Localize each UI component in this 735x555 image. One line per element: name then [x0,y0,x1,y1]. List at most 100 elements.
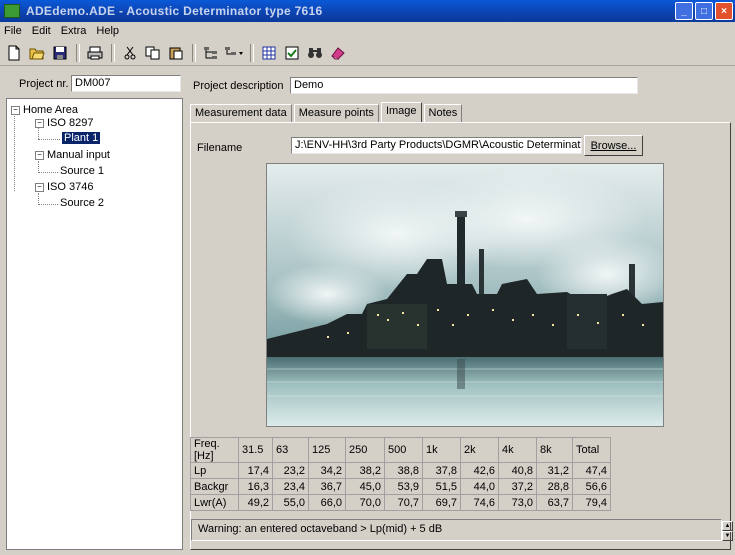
save-icon[interactable] [50,43,70,63]
column-header: 2k [460,437,499,463]
table-cell[interactable]: 51,5 [422,478,461,495]
tab-strip: Measurement data Measure points Image No… [190,102,464,122]
tree-item-plant-1[interactable]: Plant 1 [62,132,101,144]
close-button[interactable]: × [715,2,733,20]
table-cell[interactable]: 45,0 [345,478,385,495]
table-cell[interactable]: 63,7 [536,494,573,511]
tree-item-label: ISO 3746 [47,181,94,193]
table-cell[interactable]: 37,8 [422,462,461,479]
open-folder-icon[interactable] [27,43,47,63]
menu-file[interactable]: File [4,25,22,37]
tree-item-iso-8297[interactable]: − ISO 8297 [35,117,93,129]
project-nr-input[interactable]: DM007 [71,75,181,92]
tree-item-label: Manual input [47,149,110,161]
column-header: 4k [498,437,537,463]
binoculars-icon[interactable] [305,43,325,63]
table-cell[interactable]: 28,8 [536,478,573,495]
table-row: Backgr 16,3 23,4 36,7 45,0 53,9 51,5 44,… [190,478,611,495]
browse-button[interactable]: Browse... [584,135,643,156]
table-cell[interactable]: 37,2 [498,478,537,495]
table-cell[interactable]: 55,0 [272,494,309,511]
table-cell[interactable]: 42,6 [460,462,499,479]
table-cell[interactable]: 74,6 [460,494,499,511]
eraser-icon[interactable] [328,43,348,63]
tree-item-manual-input[interactable]: − Manual input [35,149,110,161]
menu-extra[interactable]: Extra [61,25,87,37]
scroll-up-icon[interactable]: ▲ [722,521,733,531]
maximize-button[interactable]: □ [695,2,713,20]
minimize-button[interactable]: _ [675,2,693,20]
checklist-icon[interactable] [282,43,302,63]
table-cell[interactable]: 40,8 [498,462,537,479]
column-header: 31.5 [238,437,273,463]
tree-item-home-area[interactable]: − Home Area [11,104,78,116]
tab-image[interactable]: Image [380,102,422,122]
tree-item-label: Source 1 [60,165,105,177]
menu-bar: File Edit Extra Help [0,22,735,40]
table-row: Lp 17,4 23,2 34,2 38,2 38,8 37,8 42,6 40… [190,462,611,479]
table-cell[interactable]: 49,2 [238,494,273,511]
paste-icon[interactable] [166,43,186,63]
toolbar-separator [250,43,254,62]
toolbar-separator [111,43,115,62]
tree-item-source-2[interactable]: Source 2 [60,197,104,209]
tree-line [38,139,60,140]
tree-item-label: Source 2 [60,197,105,209]
table-cell: 79,4 [572,494,611,511]
toolbar-separator [76,43,80,62]
table-cell[interactable]: 38,8 [384,462,423,479]
table-cell[interactable]: 70,0 [345,494,385,511]
copy-icon[interactable] [143,43,163,63]
table-cell[interactable]: 34,2 [308,462,346,479]
project-description-input[interactable]: Demo [290,77,638,94]
menu-help[interactable]: Help [96,25,119,37]
warning-message: Warning: an entered octaveband > Lp(mid)… [191,519,722,541]
table-cell[interactable]: 38,2 [345,462,385,479]
column-header: Total [572,437,611,463]
project-description-label: Project description [193,80,284,92]
data-table: Freq.[Hz] 31.5 63 125 250 500 1k 2k 4k 8… [190,437,611,511]
filename-input[interactable]: J:\ENV-HH\3rd Party Products\DGMR\Acoust… [291,137,582,154]
tab-measurement-data[interactable]: Measurement data [190,104,292,122]
table-header-row: Freq.[Hz] 31.5 63 125 250 500 1k 2k 4k 8… [190,437,611,463]
toolbar [0,40,735,66]
hierarchy-icon[interactable] [201,43,221,63]
column-header: 8k [536,437,573,463]
table-cell[interactable]: 53,9 [384,478,423,495]
table-cell[interactable]: 36,7 [308,478,346,495]
new-file-icon[interactable] [4,43,24,63]
menu-edit[interactable]: Edit [32,25,51,37]
collapse-icon[interactable]: − [35,182,44,192]
collapse-icon[interactable]: − [35,150,44,160]
octave-band-grid[interactable]: Freq.[Hz] 31.5 63 125 250 500 1k 2k 4k 8… [190,437,731,517]
table-cell[interactable]: 70,7 [384,494,423,511]
tree-item-source-1[interactable]: Source 1 [60,165,104,177]
row-header: Lwr(A) [190,494,239,511]
table-cell[interactable]: 69,7 [422,494,461,511]
column-header: 125 [308,437,346,463]
collapse-icon[interactable]: − [11,105,20,115]
cut-icon[interactable] [120,43,140,63]
table-cell[interactable]: 23,2 [272,462,309,479]
status-scrollbar[interactable]: ▲ ▼ [722,521,733,541]
grid-icon[interactable] [259,43,279,63]
print-icon[interactable] [85,43,105,63]
tab-notes[interactable]: Notes [423,104,463,122]
table-cell[interactable]: 23,4 [272,478,309,495]
tab-measure-points[interactable]: Measure points [293,104,379,122]
project-nr-label: Project nr. [19,78,69,90]
table-cell[interactable]: 44,0 [460,478,499,495]
collapse-icon[interactable]: − [35,118,44,128]
table-cell[interactable]: 31,2 [536,462,573,479]
table-cell[interactable]: 66,0 [308,494,346,511]
table-cell: 47,4 [572,462,611,479]
hierarchy-dropdown-icon[interactable] [224,43,244,63]
table-cell[interactable]: 73,0 [498,494,537,511]
table-cell[interactable]: 16,3 [238,478,273,495]
tree-line [14,111,15,191]
tree-item-iso-3746[interactable]: − ISO 3746 [35,181,93,193]
project-tree[interactable]: − Home Area − ISO 8297 Plant 1 − Manual inp… [6,98,183,550]
filename-label: Filename [197,142,243,154]
scroll-down-icon[interactable]: ▼ [722,531,733,541]
table-cell[interactable]: 17,4 [238,462,273,479]
